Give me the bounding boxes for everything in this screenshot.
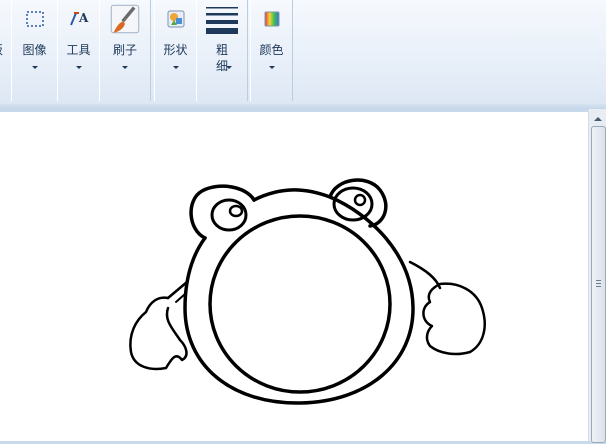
shapes-dropdown-arrow (172, 66, 179, 69)
image-group: 图像 (11, 0, 58, 101)
right-hand (422, 282, 486, 356)
line-size-icon (206, 7, 238, 34)
right-eye (332, 186, 374, 222)
ribbon: 板 图像 A 工具 (0, 0, 606, 105)
workspace (0, 109, 588, 441)
brushes-button[interactable]: 刷子 (100, 2, 150, 98)
size-button[interactable]: 粗 细 (197, 2, 247, 98)
brushes-group: 刷子 (99, 0, 151, 101)
brush-icon (110, 4, 140, 34)
clipboard-button[interactable]: 板 (0, 2, 11, 98)
size-group: 粗 细 (196, 0, 248, 101)
svg-text:A: A (78, 11, 89, 25)
shapes-icon (167, 10, 184, 28)
brushes-label: 刷子 (112, 43, 137, 57)
scroll-thumb[interactable] (591, 126, 606, 443)
thumb-grip-line (596, 280, 601, 281)
tools-icon: A (69, 11, 89, 26)
colors-label: 颜色 (259, 43, 284, 57)
drawing-canvas[interactable] (0, 112, 588, 441)
colors-group: 颜色 (250, 0, 293, 101)
thumb-grip-line (596, 283, 601, 284)
belly (208, 214, 392, 394)
left-pupil (228, 204, 244, 218)
colors-button[interactable]: 颜色 (251, 2, 292, 98)
tools-group: A 工具 (57, 0, 100, 101)
thumb-grip-line (596, 286, 601, 287)
brushes-dropdown-arrow (122, 66, 128, 69)
size-label: 粗 细 (215, 43, 228, 73)
select-rect-icon (25, 11, 44, 27)
left-hand (129, 296, 188, 371)
right-arm (408, 260, 442, 290)
image-button[interactable]: 图像 (12, 2, 57, 98)
tools-label: 工具 (66, 43, 91, 57)
tools-button[interactable]: A 工具 (58, 2, 99, 98)
right-pupil (353, 193, 367, 207)
size-dropdown-arrow (226, 66, 232, 69)
colors-dropdown-arrow (268, 66, 275, 69)
frog-drawing (129, 178, 486, 405)
image-label: 图像 (22, 43, 47, 57)
scroll-up-button[interactable] (591, 112, 605, 126)
shapes-button[interactable]: 形状 (155, 2, 196, 98)
shapes-label: 形状 (163, 43, 188, 57)
tools-dropdown-arrow (75, 66, 82, 69)
color-picker-icon (264, 11, 279, 27)
image-dropdown-arrow (31, 66, 38, 69)
vertical-scrollbar[interactable] (588, 109, 606, 443)
shapes-group: 形状 (154, 0, 197, 101)
